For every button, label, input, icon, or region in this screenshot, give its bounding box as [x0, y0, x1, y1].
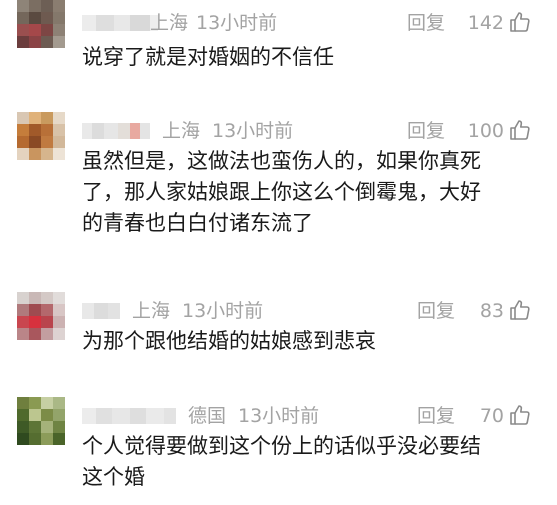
username-blurred[interactable] — [82, 303, 120, 319]
like-count: 142 — [467, 12, 504, 34]
avatar[interactable] — [17, 112, 65, 160]
comment-text: 说穿了就是对婚姻的不信任 — [82, 42, 544, 73]
comment-text: 虽然但是，这做法也蛮伤人的，如果你真死 了，那人家姑娘跟上你这么个倒霉鬼，大好 … — [82, 146, 544, 239]
timestamp: 13小时前 — [196, 12, 278, 34]
timestamp: 13小时前 — [182, 300, 264, 322]
location-label: 上海 — [132, 300, 171, 322]
comment-meta: 上海 13小时前 回复 83 — [82, 296, 542, 326]
avatar[interactable] — [17, 292, 65, 340]
comment-line: 说穿了就是对婚姻的不信任 — [82, 45, 334, 69]
comment-meta: 上海 13小时前 回复 142 — [82, 8, 542, 38]
reply-button[interactable]: 回复 — [407, 120, 445, 142]
comment-text: 个人觉得要做到这个份上的话似乎没必要结 这个婚 — [82, 431, 544, 493]
comment-text: 为那个跟他结婚的姑娘感到悲哀 — [82, 326, 544, 357]
location-label: 上海 — [150, 12, 189, 34]
avatar[interactable] — [17, 0, 65, 48]
username-blurred[interactable] — [82, 123, 150, 139]
avatar[interactable] — [17, 397, 65, 445]
timestamp: 13小时前 — [238, 405, 320, 427]
location-label: 上海 — [162, 120, 201, 142]
comment-line: 为那个跟他结婚的姑娘感到悲哀 — [82, 329, 376, 353]
comment-meta: 德国 13小时前 回复 70 — [82, 401, 542, 431]
username-blurred[interactable] — [82, 15, 158, 31]
reply-button[interactable]: 回复 — [417, 300, 455, 322]
timestamp: 13小时前 — [212, 120, 294, 142]
thumbs-up-icon[interactable] — [508, 118, 532, 142]
like-count: 100 — [467, 120, 504, 142]
comment-line: 个人觉得要做到这个份上的话似乎没必要结 — [82, 434, 481, 458]
like-count: 83 — [479, 300, 504, 322]
username-blurred[interactable] — [82, 408, 176, 424]
comment-line: 的青春也白白付诸东流了 — [82, 211, 313, 235]
comment-line: 虽然但是，这做法也蛮伤人的，如果你真死 — [82, 149, 481, 173]
reply-button[interactable]: 回复 — [417, 405, 455, 427]
thumbs-up-icon[interactable] — [508, 403, 532, 427]
comment-meta: 上海 13小时前 回复 100 — [82, 116, 542, 146]
thumbs-up-icon[interactable] — [508, 10, 532, 34]
like-count: 70 — [479, 405, 504, 427]
comment-line: 了，那人家姑娘跟上你这么个倒霉鬼，大好 — [82, 180, 481, 204]
comment-line: 这个婚 — [82, 465, 145, 489]
thumbs-up-icon[interactable] — [508, 298, 532, 322]
reply-button[interactable]: 回复 — [407, 12, 445, 34]
location-label: 德国 — [188, 405, 227, 427]
